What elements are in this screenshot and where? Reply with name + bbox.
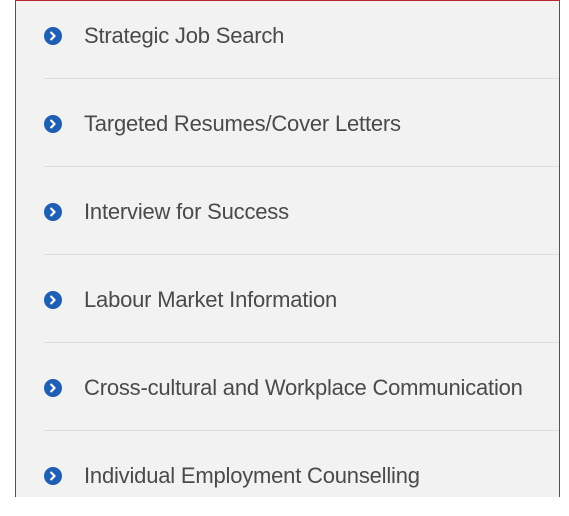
menu-item-individual-employment-counselling[interactable]: Individual Employment Counselling [44, 456, 559, 496]
menu-item-targeted-resumes[interactable]: Targeted Resumes/Cover Letters [44, 104, 559, 144]
menu-item-cross-cultural-communication[interactable]: Cross-cultural and Workplace Communicati… [44, 368, 559, 408]
divider [44, 166, 559, 167]
menu-item-label: Labour Market Information [84, 287, 338, 312]
divider [44, 78, 559, 79]
menu-item-label: Strategic Job Search [84, 23, 285, 48]
chevron-right-circle-icon [44, 203, 62, 221]
menu-item-label: Individual Employment Counselling [84, 463, 420, 488]
menu-item-interview-for-success[interactable]: Interview for Success [44, 192, 559, 232]
menu-item-label: Cross-cultural and Workplace Communicati… [84, 375, 523, 400]
divider [44, 430, 559, 431]
menu-item-label: Targeted Resumes/Cover Letters [84, 111, 401, 136]
menu-item-strategic-job-search[interactable]: Strategic Job Search [44, 16, 559, 56]
chevron-right-circle-icon [44, 379, 62, 397]
services-menu-panel: Strategic Job Search Targeted Resumes/Co… [15, 0, 560, 497]
chevron-right-circle-icon [44, 291, 62, 309]
divider [44, 342, 559, 343]
chevron-right-circle-icon [44, 115, 62, 133]
chevron-right-circle-icon [44, 27, 62, 45]
divider [44, 254, 559, 255]
menu-item-label: Interview for Success [84, 199, 289, 224]
chevron-right-circle-icon [44, 467, 62, 485]
menu-item-labour-market-information[interactable]: Labour Market Information [44, 280, 559, 320]
